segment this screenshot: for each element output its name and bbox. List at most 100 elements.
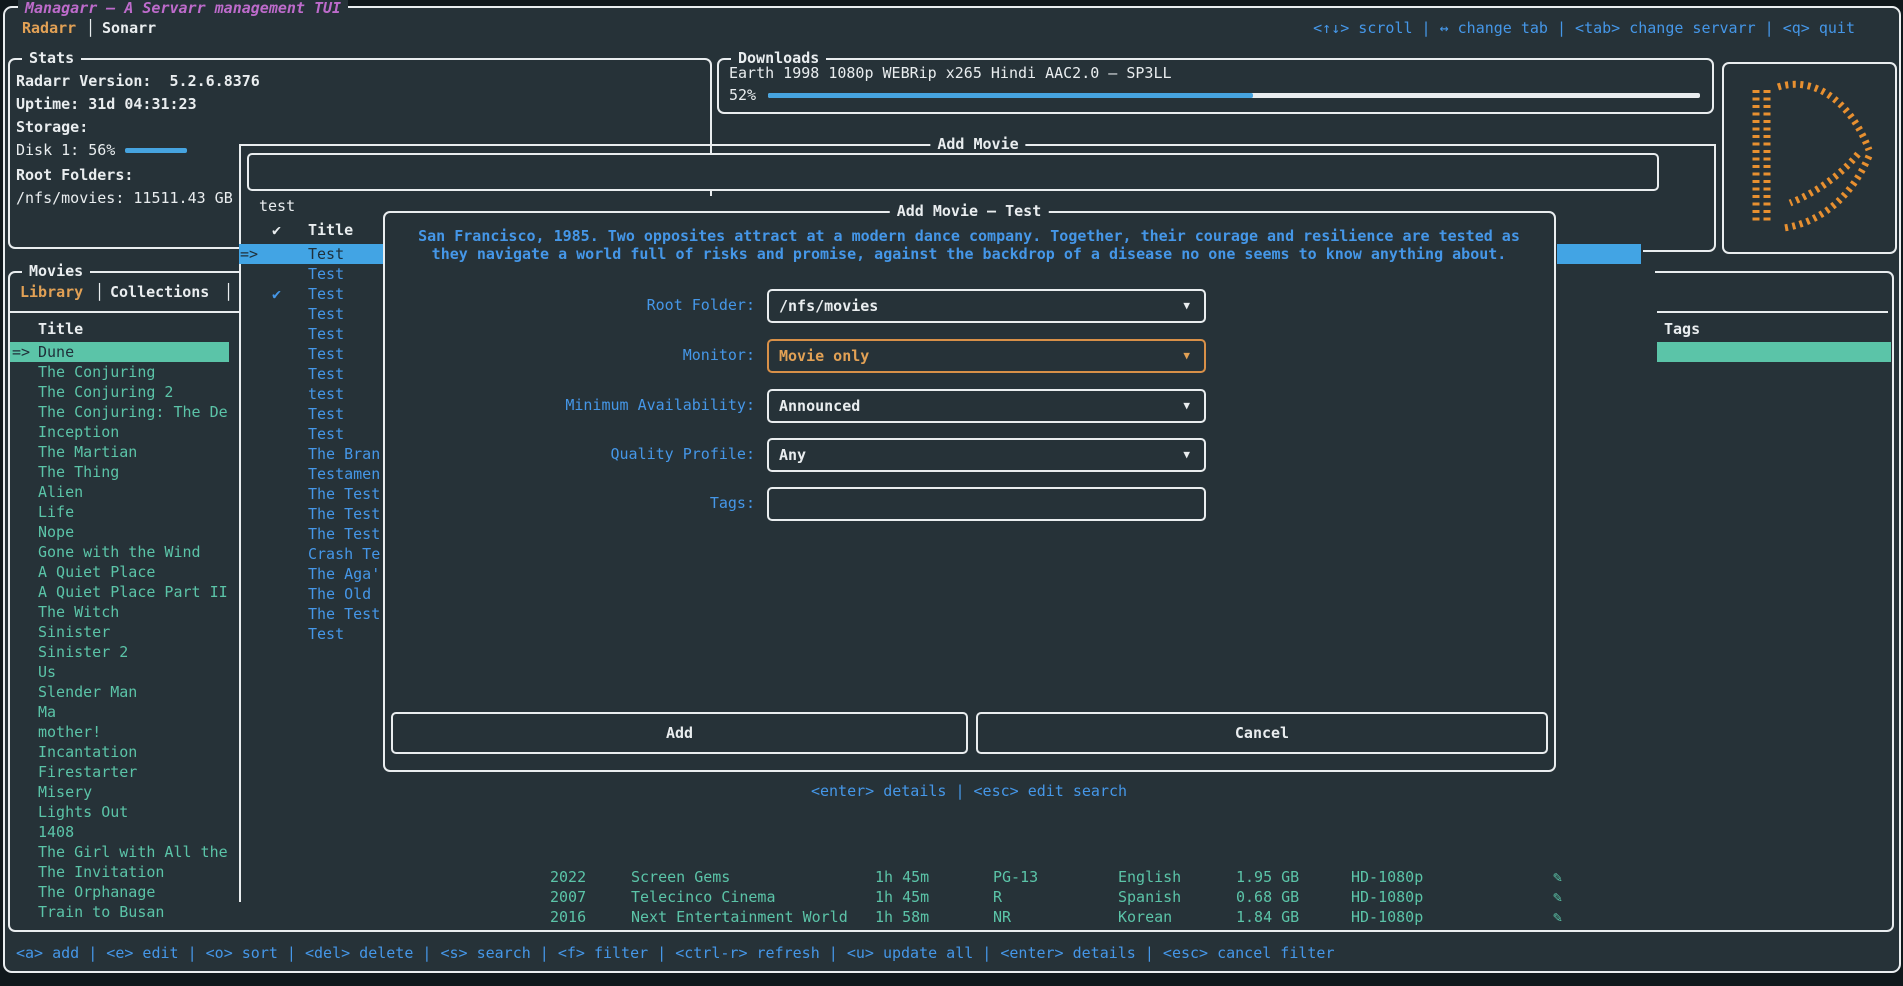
library-column-tags: Tags bbox=[1664, 320, 1700, 338]
library-row-title: Slender Man bbox=[38, 682, 137, 702]
quality-profile-select[interactable]: Any ▼ bbox=[767, 438, 1206, 472]
root-folder-value: /nfs/movies bbox=[779, 291, 878, 321]
library-row[interactable]: Nope bbox=[10, 522, 229, 542]
search-result-title: The Test bbox=[308, 524, 380, 544]
library-cell-quality: HD-1080p bbox=[1351, 888, 1423, 906]
library-row[interactable]: 1408 bbox=[10, 822, 229, 842]
library-column-title: Title bbox=[38, 320, 83, 338]
tab-collections[interactable]: Collections bbox=[110, 283, 209, 301]
search-result-row[interactable]: The Aga' bbox=[239, 564, 383, 584]
search-result-title: The Test bbox=[308, 484, 380, 504]
library-row[interactable]: The Witch bbox=[10, 602, 229, 622]
search-result-title: Test bbox=[308, 264, 344, 284]
search-result-row[interactable]: The Test bbox=[239, 604, 383, 624]
library-row[interactable]: Slender Man bbox=[10, 682, 229, 702]
library-row[interactable]: The Conjuring: The De bbox=[10, 402, 229, 422]
library-row-title: Firestarter bbox=[38, 762, 137, 782]
library-row[interactable]: The Conjuring 2 bbox=[10, 382, 229, 402]
movie-search-input[interactable]: test bbox=[247, 153, 1659, 191]
library-row[interactable]: Firestarter bbox=[10, 762, 229, 782]
edit-pencil-icon[interactable]: ✎ bbox=[1553, 888, 1562, 906]
search-result-row[interactable]: Crash Te bbox=[239, 544, 383, 564]
monitor-select[interactable]: Movie only ▼ bbox=[767, 339, 1206, 373]
search-result-row[interactable]: The Test bbox=[239, 484, 383, 504]
library-row[interactable]: Misery bbox=[10, 782, 229, 802]
library-row-title: mother! bbox=[38, 722, 101, 742]
library-row[interactable]: Life bbox=[10, 502, 229, 522]
library-row[interactable]: The Girl with All the bbox=[10, 842, 229, 862]
search-result-row[interactable]: Test bbox=[239, 304, 383, 324]
library-row[interactable]: Gone with the Wind bbox=[10, 542, 229, 562]
library-row[interactable]: =>Dune bbox=[10, 342, 229, 362]
library-row[interactable]: Sinister 2 bbox=[10, 642, 229, 662]
library-row[interactable]: The Invitation bbox=[10, 862, 229, 882]
search-result-title: test bbox=[308, 384, 344, 404]
add-button[interactable]: Add bbox=[391, 712, 968, 754]
search-result-row[interactable]: The Test bbox=[239, 524, 383, 544]
library-row-title: Train to Busan bbox=[38, 902, 164, 922]
search-result-row[interactable]: Test bbox=[239, 264, 383, 284]
library-row[interactable]: Us bbox=[10, 662, 229, 682]
search-result-row[interactable]: test bbox=[239, 384, 383, 404]
library-row[interactable]: Ma bbox=[10, 702, 229, 722]
search-result-row[interactable]: Test bbox=[239, 344, 383, 364]
library-row[interactable]: The Martian bbox=[10, 442, 229, 462]
tab-sonarr[interactable]: Sonarr bbox=[102, 19, 156, 37]
root-folder-dropdown-icon: ▼ bbox=[1183, 291, 1190, 321]
search-result-row[interactable]: Test bbox=[239, 324, 383, 344]
library-cell-size: 1.95 GB bbox=[1236, 868, 1299, 886]
library-row[interactable]: Incantation bbox=[10, 742, 229, 762]
stats-storage-label: Storage: bbox=[16, 118, 88, 136]
tags-input[interactable] bbox=[767, 487, 1206, 521]
search-result-row[interactable]: Test bbox=[239, 404, 383, 424]
download-percent-label: 52% bbox=[729, 86, 756, 104]
search-result-row[interactable]: =>Test bbox=[239, 244, 383, 264]
search-result-row[interactable]: Test bbox=[239, 364, 383, 384]
managarr-tui-screen: Managarr – A Servarr management TUI Rada… bbox=[0, 0, 1903, 986]
tab-library[interactable]: Library bbox=[20, 283, 83, 301]
search-result-title: Testamen bbox=[308, 464, 380, 484]
library-row[interactable]: Sinister bbox=[10, 622, 229, 642]
minimum-availability-select[interactable]: Announced ▼ bbox=[767, 389, 1206, 423]
library-row[interactable]: Lights Out bbox=[10, 802, 229, 822]
library-cell-studio: Next Entertainment World bbox=[631, 908, 848, 926]
library-row-title: The Witch bbox=[38, 602, 119, 622]
search-result-title: Test bbox=[308, 304, 344, 324]
library-row-title: Incantation bbox=[38, 742, 137, 762]
library-row[interactable]: Inception bbox=[10, 422, 229, 442]
library-row[interactable]: Train to Busan bbox=[10, 902, 229, 922]
library-row[interactable]: Alien bbox=[10, 482, 229, 502]
search-result-row[interactable]: The Test bbox=[239, 504, 383, 524]
monitor-label: Monitor: bbox=[400, 346, 755, 364]
edit-pencil-icon[interactable]: ✎ bbox=[1553, 908, 1562, 926]
search-result-row[interactable]: The Old bbox=[239, 584, 383, 604]
root-folder-select[interactable]: /nfs/movies ▼ bbox=[767, 289, 1206, 323]
search-result-title: Test bbox=[308, 624, 344, 644]
library-row[interactable]: The Orphanage bbox=[10, 882, 229, 902]
results-check-header-icon: ✔ bbox=[272, 221, 281, 239]
library-row[interactable]: mother! bbox=[10, 722, 229, 742]
library-row[interactable]: The Thing bbox=[10, 462, 229, 482]
edit-pencil-icon[interactable]: ✎ bbox=[1553, 868, 1562, 886]
library-row[interactable]: The Conjuring bbox=[10, 362, 229, 382]
search-result-row[interactable]: ✔Test bbox=[239, 284, 383, 304]
search-result-title: The Test bbox=[308, 504, 380, 524]
library-cell-runtime: 1h 58m bbox=[875, 908, 929, 926]
selected-arrow: => bbox=[12, 342, 30, 362]
library-row[interactable]: A Quiet Place bbox=[10, 562, 229, 582]
library-cell-quality: HD-1080p bbox=[1351, 908, 1423, 926]
library-cell-rating: NR bbox=[993, 908, 1011, 926]
library-cell-year: 2022 bbox=[550, 868, 586, 886]
search-result-row[interactable]: Testamen bbox=[239, 464, 383, 484]
movie-description-line1: San Francisco, 1985. Two opposites attra… bbox=[418, 227, 1520, 245]
radarr-logo-icon bbox=[1740, 74, 1878, 238]
stats-root-folder: /nfs/movies: 11511.43 GB bbox=[16, 189, 233, 207]
tab-radarr[interactable]: Radarr bbox=[22, 19, 76, 37]
search-result-row[interactable]: Test bbox=[239, 624, 383, 644]
app-title: Managarr – A Servarr management TUI bbox=[18, 0, 348, 17]
library-row[interactable]: A Quiet Place Part II bbox=[10, 582, 229, 602]
search-result-row[interactable]: The Bran bbox=[239, 444, 383, 464]
search-result-row[interactable]: Test bbox=[239, 424, 383, 444]
cancel-button[interactable]: Cancel bbox=[976, 712, 1548, 754]
top-help-text: <↑↓> scroll | ↔ change tab | <tab> chang… bbox=[1313, 19, 1855, 37]
